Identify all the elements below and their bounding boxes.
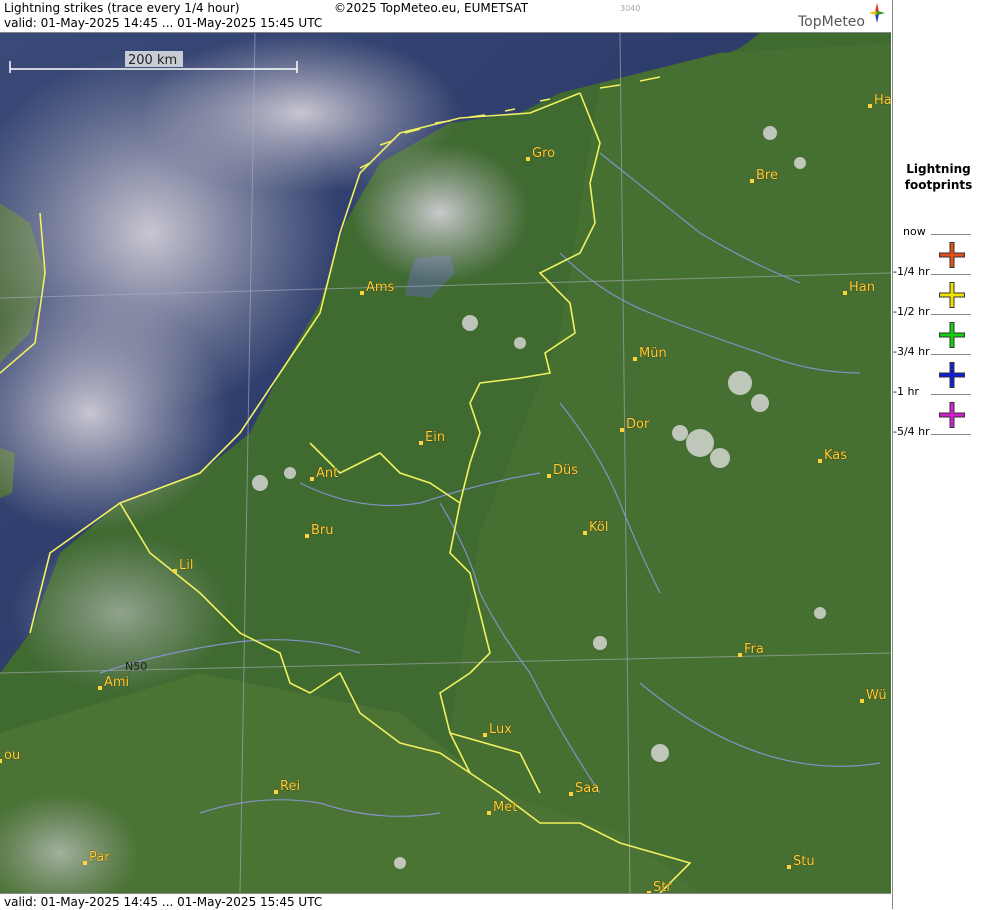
city-label: Stu <box>793 854 815 869</box>
footer-valid-time: valid: 01-May-2025 14:45 ... 01-May-2025… <box>4 895 323 909</box>
city-dot <box>860 699 864 703</box>
legend-divider <box>931 314 971 315</box>
city-ou: ou <box>0 748 21 763</box>
city-label: Köl <box>589 520 608 535</box>
legend-label: now <box>903 225 926 238</box>
city-dot <box>305 534 309 538</box>
city-dot <box>569 792 573 796</box>
legend-title-line1: Lightning <box>906 162 971 176</box>
city-dot <box>750 179 754 183</box>
city-dot <box>83 861 87 865</box>
city-label: Str <box>653 880 672 893</box>
legend-label: -1/4 hr <box>893 265 930 278</box>
city-dot <box>274 790 278 794</box>
copyright-text: ©2025 TopMeteo.eu, EUMETSAT <box>334 1 529 15</box>
city-label: Bre <box>756 168 778 183</box>
city-dot <box>620 428 624 432</box>
legend-label: -1 hr <box>893 385 919 398</box>
city-label: Saa <box>575 781 599 796</box>
legend-title-line2: footprints <box>904 178 973 192</box>
city-dot <box>526 157 530 161</box>
legend-label: -3/4 hr <box>893 345 930 358</box>
lightning-cross-icon <box>939 282 965 308</box>
city-label: Gro <box>532 146 555 161</box>
city-dot <box>787 865 791 869</box>
city-label: Mün <box>639 346 667 361</box>
city-label: Rei <box>280 779 300 794</box>
city-dot <box>310 477 314 481</box>
lightning-cross-icon <box>939 322 965 348</box>
legend-divider <box>931 354 971 355</box>
legend-divider <box>931 434 971 435</box>
map-title: Lightning strikes (trace every 1/4 hour) <box>4 1 240 15</box>
lightning-cross-icon <box>939 402 965 428</box>
satellite-map[interactable]: 200 km N50 Gro Bre Ha Ams Han Mün Dor Ein Kas Ant… <box>0 33 891 893</box>
city-label: Ami <box>104 675 129 690</box>
map-footer: valid: 01-May-2025 14:45 ... 01-May-2025… <box>0 893 891 910</box>
city-label: Bru <box>311 523 334 538</box>
city-label: Lux <box>489 722 512 737</box>
city-label: Düs <box>553 463 578 478</box>
city-dot <box>98 686 102 690</box>
latitude-label: N50 <box>125 660 147 673</box>
city-dot <box>419 441 423 445</box>
lightning-cross-icon <box>939 242 965 268</box>
city-label: Par <box>89 850 110 865</box>
legend-title: Lightning footprints <box>893 161 983 193</box>
city-dot <box>633 357 637 361</box>
city-mün: Mün <box>633 346 667 361</box>
city-ams: Ams <box>360 280 395 295</box>
lightning-cross-icon <box>939 362 965 388</box>
legend-divider <box>931 394 971 395</box>
legend-divider <box>931 234 971 235</box>
city-label: Ha <box>874 93 891 108</box>
lightning-legend: Lightning footprints now -1/4 hr -1/2 hr -3… <box>892 0 983 909</box>
city-dot <box>583 531 587 535</box>
city-dot <box>738 653 742 657</box>
map-header: Lightning strikes (trace every 1/4 hour)… <box>0 0 891 33</box>
city-label: Lil <box>179 558 193 573</box>
valid-time: valid: 01-May-2025 14:45 ... 01-May-2025… <box>4 16 323 30</box>
city-label: Han <box>849 280 875 295</box>
city-dot <box>868 104 872 108</box>
map-canvas: 200 km N50 Gro Bre Ha Ams Han Mün Dor Ein Kas Ant… <box>0 33 891 893</box>
city-dot <box>173 569 177 573</box>
city-dot <box>818 459 822 463</box>
city-dot <box>483 733 487 737</box>
city-label: Kas <box>824 448 847 463</box>
city-label: Ams <box>366 280 395 295</box>
compass-star-icon <box>869 3 885 23</box>
city-dot <box>547 474 551 478</box>
legend-label: -1/2 hr <box>893 305 930 318</box>
legend-divider <box>931 274 971 275</box>
city-label: ou <box>4 748 20 763</box>
cloud-band <box>350 143 530 283</box>
city-dot <box>487 811 491 815</box>
city-dot <box>843 291 847 295</box>
topmeteo-logo: TopMeteo <box>798 14 865 30</box>
city-label: Ein <box>425 430 445 445</box>
city-label: Met <box>493 800 517 815</box>
legend-label: -5/4 hr <box>893 425 930 438</box>
city-dot <box>360 291 364 295</box>
city-label: Fra <box>744 642 764 657</box>
city-label: Wü <box>866 688 887 703</box>
scale-label: 200 km <box>128 53 177 68</box>
map-code: 3040 <box>620 4 641 13</box>
city-dot <box>0 759 2 763</box>
city-label: Dor <box>626 417 650 432</box>
city-label: Ant <box>316 466 338 481</box>
